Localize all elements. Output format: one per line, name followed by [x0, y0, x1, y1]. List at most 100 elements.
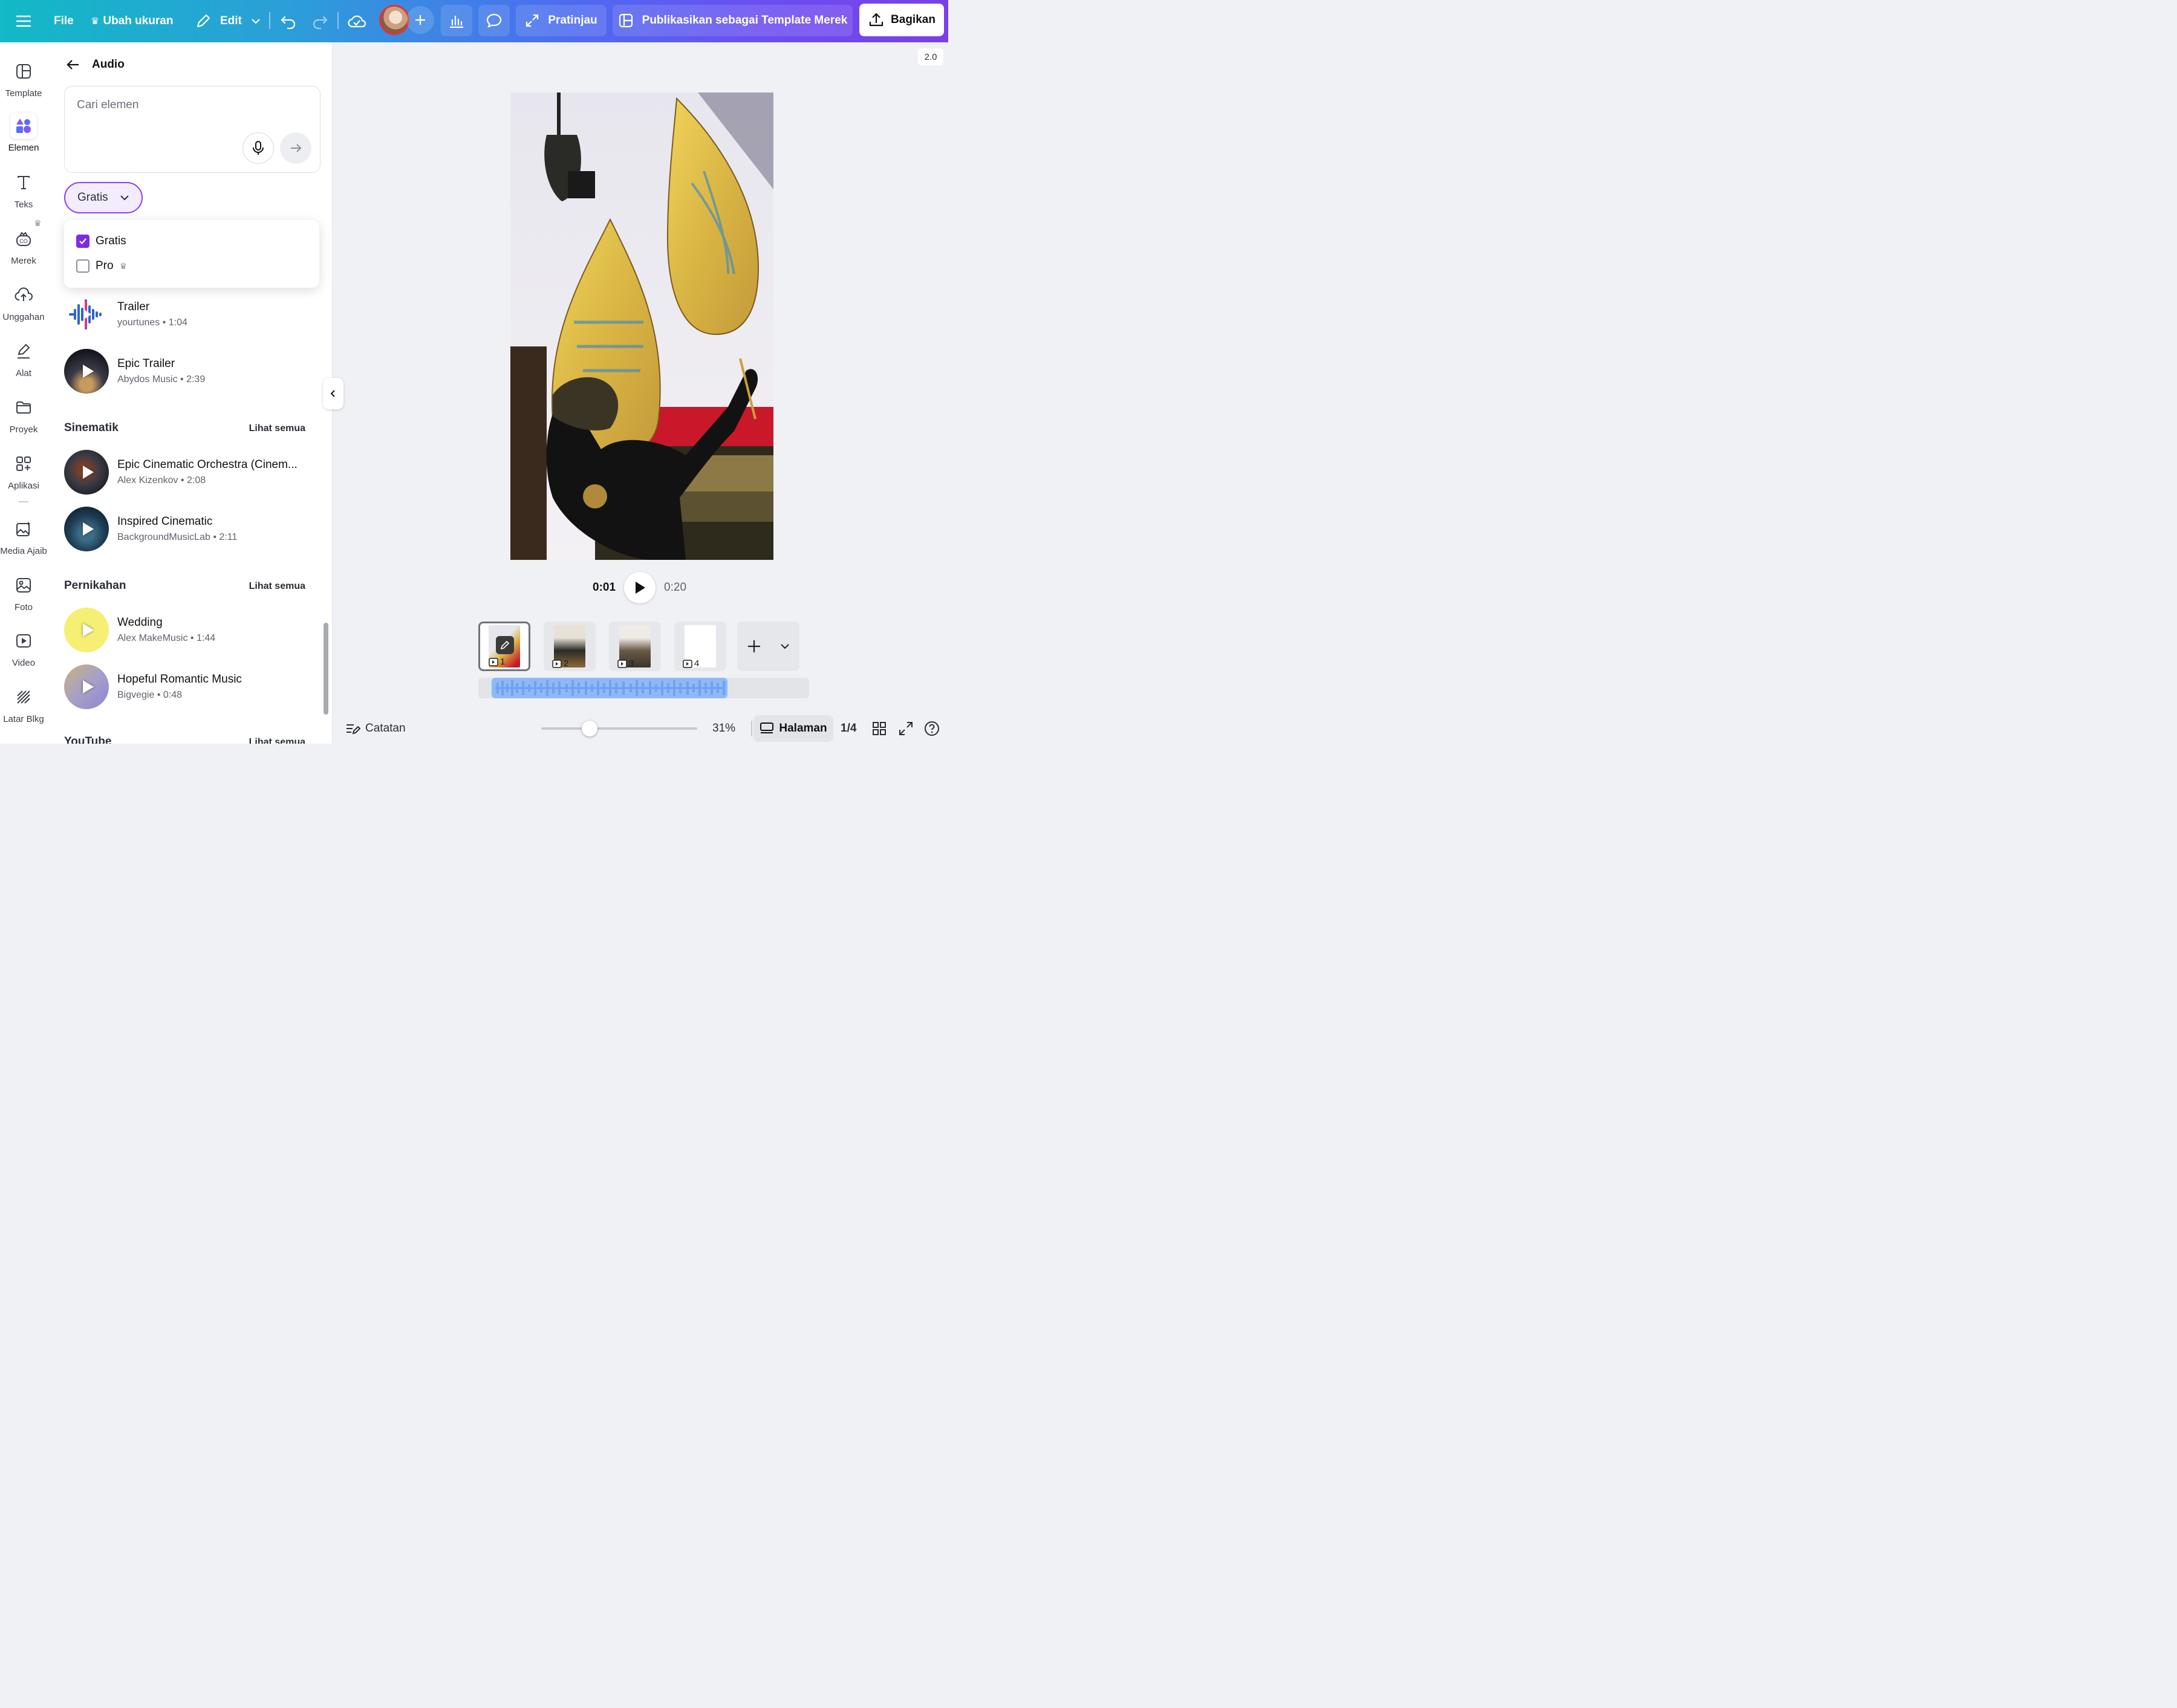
back-arrow-icon[interactable]: [65, 57, 81, 73]
edit-menu[interactable]: Edit: [195, 0, 261, 42]
resize-label: Ubah ukuran: [103, 15, 174, 27]
top-toolbar: File ♛ Ubah ukuran Edit Pratinjau Publik…: [0, 0, 948, 42]
cloud-saved-icon[interactable]: [347, 0, 366, 42]
play-icon: [82, 466, 94, 479]
see-all-link[interactable]: Lihat semua: [249, 581, 305, 592]
plus-icon: [415, 15, 425, 25]
chevron-down-icon: [120, 195, 129, 201]
help-icon[interactable]: [924, 721, 940, 736]
background-icon: [10, 684, 37, 710]
page-thumbnail[interactable]: 1: [478, 622, 530, 671]
rail-item-projects[interactable]: Proyek: [0, 394, 47, 435]
divider: [269, 12, 270, 29]
rail-item-brand[interactable]: ♛ CO Merek: [0, 218, 47, 266]
rail-item-template[interactable]: Template: [0, 58, 47, 99]
panel-scrollbar[interactable]: [324, 623, 328, 715]
bar-chart-icon: [450, 16, 463, 28]
track-subtitle: Abydos Music • 2:39: [117, 374, 206, 385]
list-item[interactable]: Inspired Cinematic BackgroundMusicLab • …: [64, 506, 318, 552]
share-button[interactable]: Bagikan: [859, 4, 944, 36]
wayang-photo: [510, 93, 773, 560]
audio-timeline-track[interactable]: [478, 678, 809, 698]
track-subtitle: yourtunes • 1:04: [117, 317, 187, 328]
panel-title: Audio: [92, 58, 125, 71]
rail-item-elements[interactable]: Elemen: [0, 112, 47, 153]
play-button[interactable]: [624, 572, 656, 603]
zoom-slider[interactable]: [541, 727, 697, 730]
resize-button[interactable]: ♛ Ubah ukuran: [91, 0, 173, 42]
page-number-label: 4: [694, 658, 700, 669]
rail-item-magic-media[interactable]: Media Ajaib: [0, 516, 47, 556]
undo-icon[interactable]: [279, 0, 298, 42]
collapse-panel-button[interactable]: [323, 378, 343, 409]
page-number-label: 1: [500, 657, 506, 667]
checkbox-checked-icon[interactable]: [76, 235, 89, 248]
edit-pencil-icon: [496, 636, 514, 654]
filter-option-free[interactable]: Gratis: [76, 235, 126, 248]
file-menu[interactable]: File: [54, 0, 74, 42]
chevron-down-icon[interactable]: [779, 641, 790, 652]
insights-button[interactable]: [441, 5, 472, 36]
pages-view-button[interactable]: Halaman: [753, 715, 833, 742]
search-submit-button[interactable]: [280, 132, 311, 164]
play-icon: [82, 365, 94, 378]
pages-label: Halaman: [779, 722, 827, 735]
preview-button[interactable]: Pratinjau: [516, 5, 607, 36]
rail-item-background[interactable]: Latar Blkg: [0, 684, 47, 724]
page-thumbnail[interactable]: 4: [674, 622, 726, 671]
play-icon: [82, 522, 94, 536]
audio-clip[interactable]: [492, 678, 727, 698]
play-icon: [636, 582, 646, 594]
upload-icon: [10, 282, 37, 308]
list-item[interactable]: Epic Trailer Abydos Music • 2:39: [64, 348, 318, 394]
page-thumbnail[interactable]: 2: [544, 622, 596, 671]
rail-item-apps[interactable]: Aplikasi: [0, 450, 47, 491]
list-item[interactable]: Wedding Alex MakeMusic • 1:44: [64, 607, 318, 653]
track-subtitle: BackgroundMusicLab • 2:11: [117, 532, 238, 542]
add-page-group: [737, 622, 799, 671]
page-number: 3: [617, 658, 634, 669]
rail-divider: [19, 501, 28, 502]
filter-option-pro[interactable]: Pro ♛: [76, 259, 127, 273]
price-filter-dropdown[interactable]: Gratis: [64, 182, 143, 213]
add-collaborator-button[interactable]: [406, 6, 434, 34]
apps-icon: [10, 450, 37, 477]
menu-icon[interactable]: [15, 0, 33, 42]
search-input[interactable]: [77, 99, 307, 112]
rail-label: Foto: [14, 602, 33, 612]
rail-item-photos[interactable]: Foto: [0, 572, 47, 612]
comment-button[interactable]: [478, 5, 510, 36]
fullscreen-icon[interactable]: [899, 721, 913, 736]
redo-icon[interactable]: [311, 0, 329, 42]
see-all-link[interactable]: Lihat semua: [249, 737, 305, 744]
rail-item-tools[interactable]: Alat: [0, 338, 47, 378]
design-canvas[interactable]: [510, 93, 773, 560]
grid-view-icon[interactable]: [872, 721, 887, 736]
rail-item-uploads[interactable]: Unggahan: [0, 282, 47, 322]
text-icon: [10, 169, 37, 196]
chevron-down-icon: [252, 19, 260, 24]
crown-icon: ♛: [34, 218, 42, 228]
audio-waveform-icon: [64, 292, 109, 337]
list-item[interactable]: Hopeful Romantic Music Bigvegie • 0:48: [64, 664, 318, 710]
arrow-right-icon: [291, 144, 302, 152]
list-item[interactable]: Trailer yourtunes • 1:04: [64, 291, 318, 337]
avatar[interactable]: [379, 5, 409, 35]
plus-icon[interactable]: [746, 638, 762, 654]
zoom-percent[interactable]: 31%: [712, 722, 735, 735]
page-number: 4: [683, 658, 699, 669]
comment-icon: [486, 13, 502, 28]
video-icon: [617, 659, 627, 668]
rail-item-video[interactable]: Video: [0, 628, 47, 668]
divider: [751, 721, 752, 736]
rail-item-text[interactable]: Teks: [0, 169, 47, 210]
notes-button[interactable]: Catatan: [345, 721, 406, 736]
checkbox-unchecked-icon[interactable]: [76, 259, 89, 273]
left-rail: Template Elemen Teks ♛ CO Merek Unggahan…: [0, 42, 47, 744]
publish-brand-template-button[interactable]: Publikasikan sebagai Template Merek: [613, 5, 853, 36]
see-all-link[interactable]: Lihat semua: [249, 423, 305, 434]
list-item[interactable]: Epic Cinematic Orchestra (Cinem... Alex …: [64, 449, 318, 495]
voice-search-button[interactable]: [242, 132, 274, 164]
zoom-slider-handle[interactable]: [581, 721, 597, 736]
page-thumbnail[interactable]: 3: [609, 622, 661, 671]
